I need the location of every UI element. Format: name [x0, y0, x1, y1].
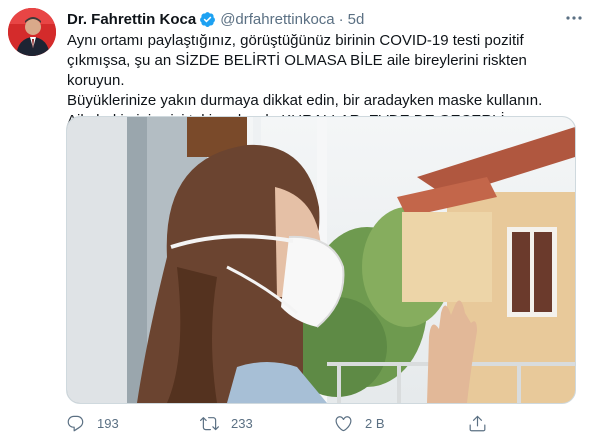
retweet-icon	[200, 416, 219, 430]
retweet-button[interactable]: 233	[200, 413, 253, 433]
reply-count: 193	[97, 415, 119, 431]
avatar-photo	[8, 8, 56, 56]
avatar[interactable]	[8, 8, 56, 56]
tweet-timestamp[interactable]: 5d	[348, 11, 365, 28]
author-name[interactable]: Dr. Fahrettin Koca	[67, 11, 196, 28]
more-options-icon[interactable]	[565, 12, 583, 24]
tweet-header: Dr. Fahrettin Koca @drfahrettinkoca · 5d	[67, 9, 581, 29]
verified-badge-icon	[199, 11, 216, 28]
woman-with-mask-photo	[67, 117, 575, 403]
like-count: 2 B	[365, 415, 385, 431]
share-button[interactable]	[468, 413, 487, 433]
author-handle[interactable]: @drfahrettinkoca	[220, 11, 334, 28]
tweet-media-image[interactable]	[66, 116, 576, 404]
share-icon	[469, 415, 486, 431]
tweet-actions: 193 233 2 B	[66, 413, 586, 433]
separator-dot: ·	[338, 10, 344, 28]
like-icon	[335, 415, 352, 431]
reply-button[interactable]: 193	[66, 413, 119, 433]
like-button[interactable]: 2 B	[334, 413, 385, 433]
tweet[interactable]: Dr. Fahrettin Koca @drfahrettinkoca · 5d…	[0, 0, 601, 448]
reply-icon	[67, 415, 84, 431]
retweet-count: 233	[231, 415, 253, 431]
